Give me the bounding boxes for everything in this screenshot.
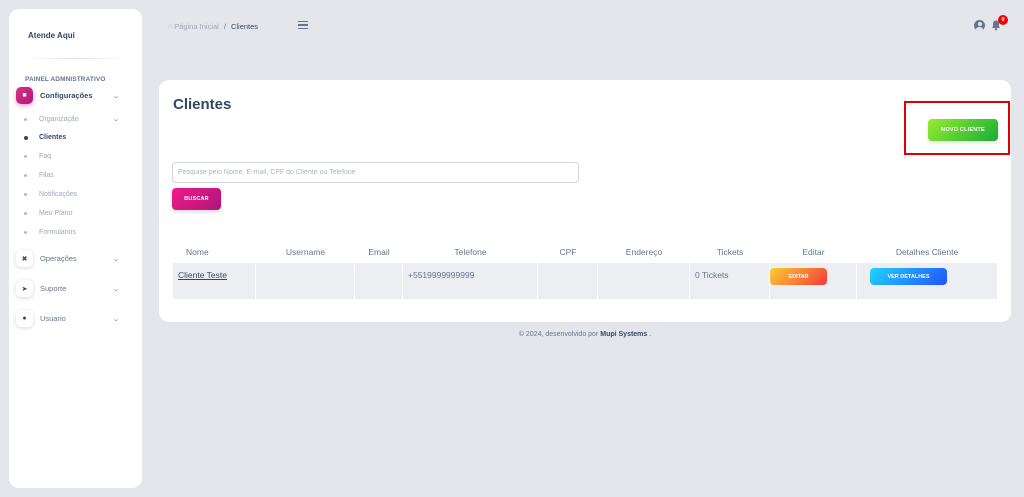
bullet-icon	[24, 117, 27, 121]
view-details-button[interactable]: VER DETALHES	[870, 268, 947, 285]
sidebar-item-label: Usuario	[40, 314, 66, 323]
user-circle-icon[interactable]	[974, 20, 985, 31]
bullet-icon	[24, 231, 27, 234]
sidebar-subitem-meu-plano[interactable]: Meu Plano	[24, 210, 119, 217]
rocket-icon: ➤	[16, 280, 33, 297]
notification-badge: 0	[998, 15, 1008, 25]
table-row: Cliente Teste +5519999999999 0 Tickets E…	[173, 263, 997, 299]
breadcrumb-separator: /	[223, 22, 226, 31]
sidebar-subitem-label: Filas	[39, 172, 54, 179]
sidebar-item-label: Suporte	[40, 284, 67, 293]
cell-cpf	[538, 263, 598, 299]
brand-name[interactable]: Atende Aqui	[28, 31, 75, 40]
cell-tickets: 0 Tickets	[690, 263, 770, 299]
column-header-detalhes: Detalhes Cliente	[895, 246, 959, 257]
bullet-icon	[24, 193, 27, 196]
sidebar-subitem-label: Notificações	[39, 191, 78, 198]
bullet-icon	[24, 174, 27, 177]
column-header-telefone: Telefone	[454, 246, 487, 257]
footer-suffix: .	[649, 331, 652, 338]
sidebar: Atende Aqui PAINEL ADMNISTRATIVO	[9, 9, 142, 488]
sidebar-subitem-faq[interactable]: Faq	[24, 153, 119, 160]
hamburger-menu-icon[interactable]	[298, 21, 308, 29]
sidebar-subitem-label: Meu Plano	[39, 210, 73, 217]
breadcrumb-current: Clientes	[230, 22, 259, 31]
new-client-button[interactable]: NOVO CLIENTE	[928, 119, 998, 141]
search-input[interactable]	[172, 162, 579, 183]
sidebar-item-label: Operações	[40, 254, 77, 263]
sidebar-item-configuracoes[interactable]: ■ Configurações ⌄	[16, 87, 120, 104]
bullet-icon	[24, 155, 27, 158]
user-plus-icon: ●	[16, 310, 33, 327]
sidebar-subitem-notificacoes[interactable]: Notificações	[24, 191, 119, 198]
cell-email	[355, 263, 403, 299]
chevron-down-icon: ⌄	[112, 116, 120, 123]
bullet-icon	[24, 212, 27, 215]
sidebar-subitem-label: Organização	[39, 115, 79, 123]
sidebar-section-title: PAINEL ADMNISTRATIVO	[25, 76, 106, 83]
column-header-nome: Nome	[186, 246, 209, 257]
footer: © 2024, desenvolvido por Mupi Systems .	[159, 331, 1011, 338]
clients-table: Nome Username Email Telefone CPF Endereç…	[173, 240, 997, 299]
footer-company-link[interactable]: Mupi Systems	[600, 331, 647, 338]
cell-editar: EDITAR	[770, 263, 857, 299]
chevron-down-icon: ⌄	[112, 255, 120, 263]
chevron-down-icon: ⌄	[112, 315, 120, 323]
sidebar-subitem-filas[interactable]: Filas	[24, 172, 119, 179]
sidebar-divider	[23, 58, 128, 59]
page-title: Clientes	[173, 96, 232, 113]
cell-endereco	[598, 263, 690, 299]
column-header-username: Username	[285, 246, 326, 257]
breadcrumb-home[interactable]: Página Inicial	[174, 22, 219, 31]
column-header-cpf: CPF	[559, 246, 577, 257]
column-header-email: Email	[368, 246, 390, 257]
cell-telefone: +5519999999999	[403, 263, 538, 299]
sidebar-subitem-label: Clientes	[39, 134, 67, 141]
sidebar-item-label: Configurações	[40, 91, 93, 100]
chevron-down-icon: ⌄	[112, 285, 120, 293]
home-icon[interactable]: ⌂	[168, 23, 172, 30]
sidebar-item-suporte[interactable]: ➤ Suporte ⌄	[16, 280, 120, 297]
table-header: Nome Username Email Telefone CPF Endereç…	[173, 240, 997, 263]
sidebar-item-operacoes[interactable]: ✖ Operações ⌄	[16, 250, 120, 267]
column-header-editar: Editar	[802, 246, 825, 257]
sidebar-subitem-label: Faq	[39, 153, 52, 160]
chevron-down-icon: ⌄	[112, 92, 120, 100]
search-button[interactable]: BUSCAR	[172, 188, 221, 210]
clients-card: Clientes NOVO CLIENTE BUSCAR Nome Userna…	[159, 80, 1011, 322]
sidebar-subitem-organizacao[interactable]: Organização ⌄	[24, 115, 120, 123]
sidebar-subitem-clientes[interactable]: Clientes	[24, 134, 119, 141]
cell-username	[256, 263, 355, 299]
sidebar-subitem-label: Formularios	[39, 229, 76, 236]
client-name-link[interactable]: Cliente Teste	[178, 270, 227, 280]
breadcrumb: ⌂ Página Inicial / Clientes	[168, 22, 258, 31]
cell-nome: Cliente Teste	[173, 263, 256, 299]
bullet-icon	[24, 135, 28, 140]
home-icon: ■	[16, 87, 33, 104]
column-header-tickets: Tickets	[716, 246, 744, 257]
tools-icon: ✖	[16, 250, 33, 267]
column-header-endereco: Endereço	[625, 246, 663, 257]
edit-button[interactable]: EDITAR	[770, 268, 827, 285]
cell-detalhes: VER DETALHES	[857, 263, 997, 299]
footer-text: © 2024, desenvolvido por	[518, 331, 599, 338]
sidebar-item-usuario[interactable]: ● Usuario ⌄	[16, 310, 120, 327]
sidebar-subitem-formularios[interactable]: Formularios	[24, 229, 119, 236]
